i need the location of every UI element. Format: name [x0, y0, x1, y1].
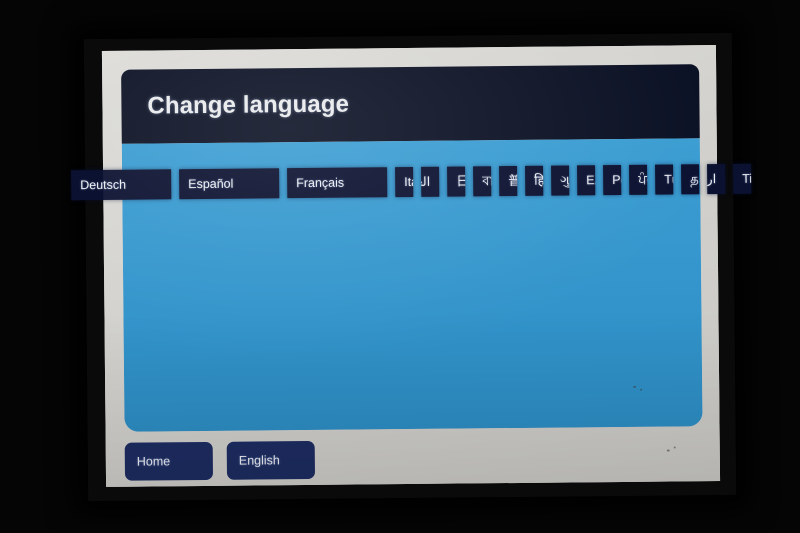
- home-button[interactable]: Home: [124, 441, 214, 481]
- language-button[interactable]: 日本語: [447, 166, 466, 197]
- language-button[interactable]: தமிழ்: [681, 164, 700, 195]
- language-button[interactable]: हिन्दी: [525, 165, 544, 196]
- language-button[interactable]: Français: [287, 167, 388, 199]
- dialog-titlebar: Change language: [121, 64, 700, 144]
- footer-bar: Home English: [124, 437, 703, 491]
- dialog-body: Deutsch Español Français Italiano العربية 日本語…: [71, 138, 752, 432]
- language-button[interactable]: Polski: [603, 164, 622, 196]
- language-button[interactable]: Türkçe: [655, 164, 674, 195]
- page-title: Change language: [147, 90, 350, 120]
- language-button[interactable]: Deutsch: [71, 169, 172, 201]
- language-button[interactable]: Español: [179, 168, 280, 200]
- language-button[interactable]: 普通话: [499, 165, 518, 197]
- language-button[interactable]: ગુજરાતી: [551, 165, 570, 196]
- language-dialog: Change language Deutsch Español Français It…: [71, 64, 752, 432]
- language-button[interactable]: বাংলা: [473, 166, 492, 197]
- language-button[interactable]: Tiếng Việt: [733, 163, 752, 194]
- language-button[interactable]: ਪੰਜਾਬੀ: [629, 164, 648, 195]
- monitor-bezel: Change language Deutsch Español Français It…: [71, 32, 752, 502]
- language-button[interactable]: العربية: [421, 166, 440, 197]
- language-button[interactable]: Italiano: [395, 166, 414, 198]
- kiosk-photo: Change language Deutsch Español Français It…: [0, 0, 800, 533]
- current-language-button[interactable]: English: [226, 440, 316, 480]
- language-button[interactable]: اردو: [707, 163, 726, 195]
- language-button[interactable]: Ελληνικά: [577, 165, 596, 196]
- screen-surface: Change language Deutsch Español Français It…: [71, 45, 752, 487]
- language-grid: Deutsch Español Français Italiano العربية 日本語…: [71, 163, 752, 201]
